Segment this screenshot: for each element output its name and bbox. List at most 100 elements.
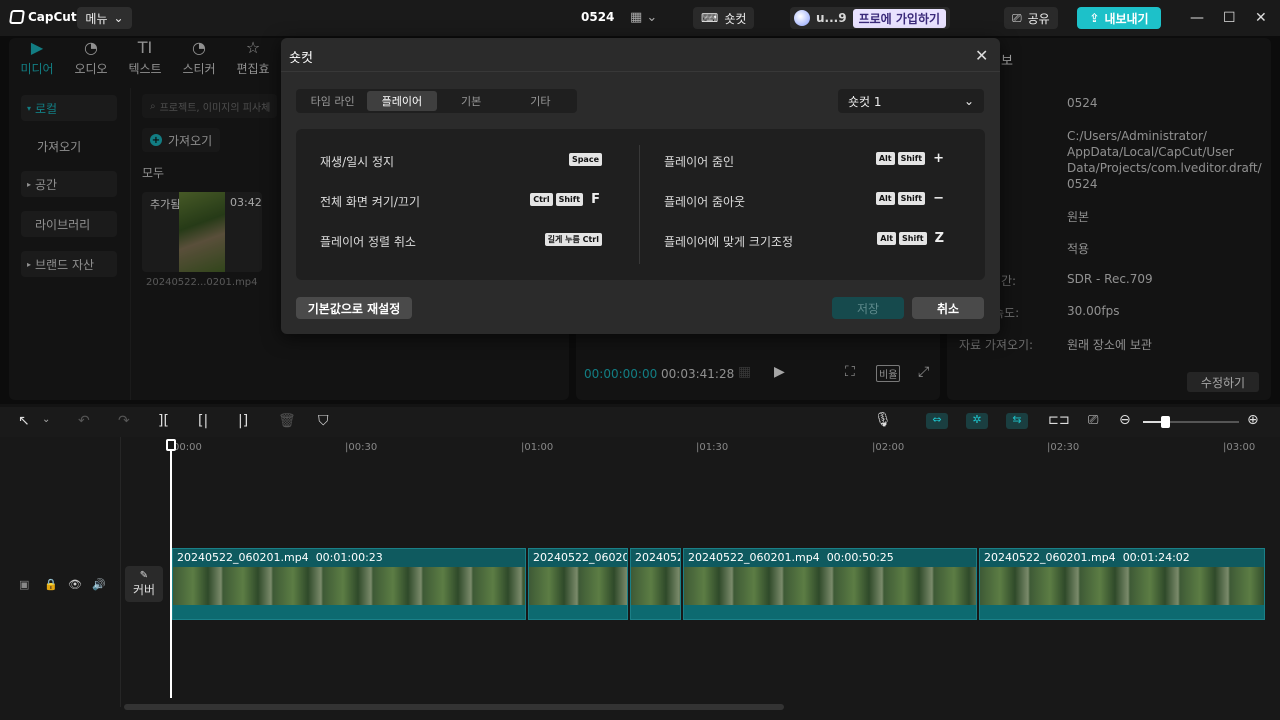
zoom-slider-handle[interactable]	[1161, 416, 1170, 428]
close-icon[interactable]: ✕	[975, 46, 988, 65]
playhead[interactable]	[170, 440, 172, 698]
eye-icon[interactable]: 👁	[68, 578, 82, 591]
tab-other[interactable]: 기타	[506, 91, 575, 111]
shortcut-button[interactable]: ⌨ 숏컷	[693, 7, 755, 29]
title-bar: CapCut 메뉴 ⌄ 0524 ▦ ⌄ ⌨ 숏컷 u...9 프로에 가입하기 ⎚ 공…	[0, 0, 1280, 36]
preview-axis-icon[interactable]: ⊏⊐	[1048, 413, 1070, 428]
clip-name: 20240522_060201.mp4	[688, 551, 820, 564]
dialog-divider	[281, 71, 1000, 72]
playhead-handle[interactable]	[166, 439, 176, 451]
shortcut-preset-select[interactable]: 숏컷 1 ⌄	[838, 89, 984, 113]
logo-text: CapCut	[28, 10, 77, 24]
close-window-icon[interactable]: ✕	[1255, 10, 1267, 26]
cover-label: 커버	[132, 583, 156, 597]
split-right-icon[interactable]: |]	[238, 413, 248, 429]
zoom-in-icon[interactable]: ⊕	[1247, 412, 1259, 428]
clip-frames	[173, 567, 525, 605]
pro-subscribe-button[interactable]: 프로에 가입하기	[852, 8, 947, 28]
user-menu[interactable]: u...9 프로에 가입하기	[790, 7, 951, 29]
auto-snap-icon[interactable]: ✲	[966, 413, 988, 429]
shortcut-label: 재생/일시 정지	[320, 155, 395, 169]
clip-waveform	[631, 605, 680, 619]
split-left-icon[interactable]: [|	[198, 413, 208, 429]
clip-name: 20240522_060201.mp4	[177, 551, 309, 564]
split-icon[interactable]: ][	[158, 413, 169, 429]
ruler-tick-label: |01:30	[696, 442, 729, 453]
shortcut-keys[interactable]: Space	[520, 153, 602, 166]
pencil-icon: ✎	[139, 570, 149, 581]
layout-icon[interactable]: ▦ ⌄	[630, 10, 657, 25]
cover-button[interactable]: ✎ 커버	[125, 566, 163, 602]
export-button[interactable]: ⇪ 내보내기	[1077, 7, 1161, 29]
shortcut-category-tabs: 타임 라인 플레이어 기본 기타	[296, 89, 577, 113]
lock-icon[interactable]: 🔒	[44, 578, 58, 591]
clip-name: 20240522_060201.r	[533, 551, 627, 564]
share-button[interactable]: ⎚ 공유	[1004, 7, 1058, 29]
menu-button[interactable]: 메뉴 ⌄	[77, 7, 132, 29]
ruler-tick-label: 00:00	[173, 442, 202, 453]
avatar	[794, 10, 810, 26]
chevron-down-icon[interactable]: ⌄	[42, 414, 50, 425]
export-label: 내보내기	[1104, 11, 1149, 26]
redo-icon[interactable]: ↷	[118, 413, 130, 429]
key-cap: Alt	[877, 232, 897, 245]
speaker-icon[interactable]: 🔊	[92, 578, 106, 591]
user-name: u...9	[816, 11, 847, 25]
shortcut-keys[interactable]: Ctrl Shift F	[490, 192, 600, 207]
clip-name: 20240522_060201.mp4	[984, 551, 1116, 564]
microphone-icon[interactable]: 🎙	[874, 412, 892, 428]
timeline-clip[interactable]: 20240522_060201.r	[528, 548, 628, 620]
clip-waveform	[173, 605, 525, 619]
clip-waveform	[980, 605, 1264, 619]
clip-duration: 00:01:00:23	[315, 551, 383, 564]
timeline-clip[interactable]: 20240522_060201.mp4 00:01:00:23	[172, 548, 526, 620]
fit-timeline-icon[interactable]: ⎚	[1088, 413, 1098, 428]
shield-icon[interactable]: ⛉	[318, 413, 329, 429]
zoom-out-icon[interactable]: ⊖	[1119, 412, 1131, 428]
key-cap: Shift	[897, 152, 926, 165]
preset-value: 숏컷 1	[848, 94, 882, 109]
linkage-icon[interactable]: ⇆	[1006, 413, 1028, 429]
upload-icon: ⇪	[1089, 11, 1100, 25]
main-track-magnet-icon[interactable]: ⇔	[926, 413, 948, 429]
maximize-icon[interactable]: ☐	[1223, 10, 1236, 26]
clip-frames	[684, 567, 976, 605]
shortcut-label: 플레이어에 맞게 크기조정	[664, 235, 794, 249]
timeline-toolbar: ↖ ⌄ ↶ ↷ ][ [| |] 🗑 ⛉ 🎙 ⇔ ✲ ⇆ ⊏⊐ ⎚ ⊖ ⊕	[0, 407, 1280, 437]
undo-icon[interactable]: ↶	[78, 413, 90, 429]
track-type-icon[interactable]: ▣	[19, 578, 29, 591]
cancel-button[interactable]: 취소	[912, 297, 984, 319]
clip-frames	[980, 567, 1264, 605]
ruler-tick-label: |00:30	[345, 442, 378, 453]
ruler-tick-label: |03:00	[1223, 442, 1256, 453]
shortcut-label: 플레이어 줌아웃	[664, 195, 746, 209]
shortcut-keys[interactable]: Alt Shift −	[840, 191, 944, 206]
select-cursor-icon[interactable]: ↖	[18, 413, 30, 429]
shortcut-keys[interactable]: Alt Shift +	[840, 151, 944, 166]
reset-defaults-button[interactable]: 기본값으로 재설정	[296, 297, 412, 319]
key-cap: Alt	[875, 192, 895, 205]
shortcut-keys[interactable]: Alt Shift Z	[840, 231, 944, 246]
key-cap: Shift	[897, 192, 926, 205]
shortcut-label: 전체 화면 켜기/끄기	[320, 195, 420, 209]
menu-label: 메뉴	[85, 11, 108, 26]
shortcut-column-divider	[639, 145, 640, 264]
ruler-tick-label: |01:00	[521, 442, 554, 453]
capcut-logo: CapCut	[9, 10, 77, 24]
delete-icon[interactable]: 🗑	[278, 413, 296, 429]
tab-player[interactable]: 플레이어	[367, 91, 437, 111]
timeline-clip[interactable]: 20240522_060201.mp4 00:01:24:02	[979, 548, 1265, 620]
timeline-clip[interactable]: 20240522	[630, 548, 681, 620]
tab-basic[interactable]: 기본	[437, 91, 506, 111]
tab-timeline[interactable]: 타임 라인	[298, 91, 367, 111]
shortcut-keys[interactable]: 길게 누름 Ctrl	[500, 233, 602, 246]
horizontal-scrollbar[interactable]	[124, 704, 784, 710]
clip-waveform	[684, 605, 976, 619]
timeline-ruler: 00:00 |00:30 |01:00 |01:30 |02:00 |02:30…	[170, 442, 1270, 456]
save-button[interactable]: 저장	[832, 297, 904, 319]
timeline-clip[interactable]: 20240522_060201.mp4 00:00:50:25	[683, 548, 977, 620]
clip-frames	[529, 567, 627, 605]
track-header-divider	[120, 437, 121, 707]
key-cap: 길게 누름 Ctrl	[544, 233, 602, 246]
minimize-icon[interactable]: —	[1190, 10, 1204, 26]
